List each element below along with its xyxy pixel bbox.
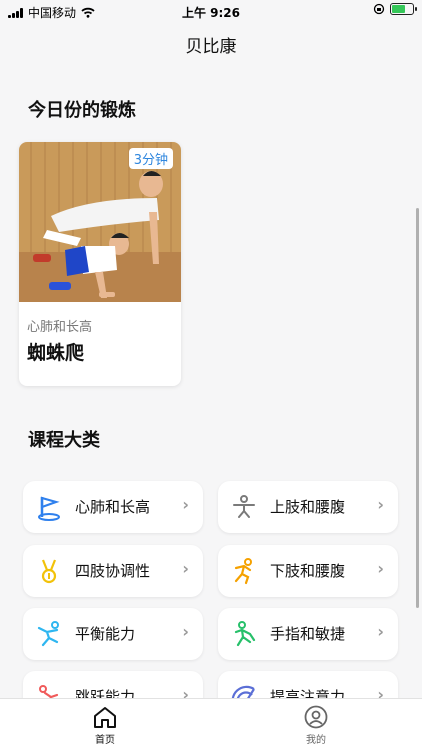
category-label: 下肢和腰腹: [270, 562, 346, 580]
today-section-title: 今日份的锻炼: [28, 100, 136, 121]
tab-profile[interactable]: 我的: [276, 705, 356, 746]
exercise-card[interactable]: 3分钟 心肺和长高 蜘蛛爬: [19, 142, 181, 386]
category-finger-agility[interactable]: 手指和敏捷 ›: [218, 608, 398, 660]
status-right: [373, 3, 417, 15]
profile-icon: [304, 705, 328, 729]
running-figure-icon: [234, 558, 252, 585]
category-label: 上肢和腰腹: [270, 498, 346, 516]
battery-icon: [390, 3, 417, 15]
chevron-right-icon: ›: [182, 495, 189, 514]
medal-icon: [41, 559, 57, 584]
status-time: 上午 9:26: [181, 6, 241, 20]
chevron-right-icon: ›: [377, 622, 384, 641]
page-title: 贝比康: [185, 37, 237, 57]
exercise-name: 蜘蛛爬: [27, 342, 85, 364]
category-upper-limb-core[interactable]: 上肢和腰腹 ›: [218, 481, 398, 533]
category-label: 四肢协调性: [75, 562, 151, 580]
flag-icon: [38, 496, 60, 521]
exercise-category: 心肺和长高: [27, 320, 93, 335]
categories-section-title: 课程大类: [28, 430, 100, 451]
category-cardio-height[interactable]: 心肺和长高 ›: [23, 481, 203, 533]
stretch-figure-icon: [233, 495, 255, 518]
agility-figure-icon: [234, 621, 256, 647]
tab-home[interactable]: 首页: [65, 705, 145, 746]
status-bar: 中国移动 上午 9:26: [0, 0, 422, 22]
category-label: 平衡能力: [75, 625, 136, 643]
chevron-right-icon: ›: [182, 559, 189, 578]
chevron-right-icon: ›: [377, 495, 384, 514]
chevron-right-icon: ›: [182, 622, 189, 641]
tab-home-label: 首页: [95, 735, 115, 746]
category-label: 心肺和长高: [75, 498, 151, 516]
category-limb-coordination[interactable]: 四肢协调性 ›: [23, 545, 203, 597]
category-balance[interactable]: 平衡能力 ›: [23, 608, 203, 660]
tab-bar: 首页 我的: [0, 698, 422, 750]
category-lower-limb-core[interactable]: 下肢和腰腹 ›: [218, 545, 398, 597]
category-label: 手指和敏捷: [270, 625, 346, 643]
home-icon: [94, 707, 116, 728]
chevron-right-icon: ›: [377, 559, 384, 578]
duration-badge: 3分钟: [128, 148, 173, 169]
balance-figure-icon: [37, 621, 59, 647]
scrollbar[interactable]: [416, 208, 419, 608]
tab-profile-label: 我的: [306, 735, 326, 746]
orientation-lock-icon: [373, 3, 385, 15]
